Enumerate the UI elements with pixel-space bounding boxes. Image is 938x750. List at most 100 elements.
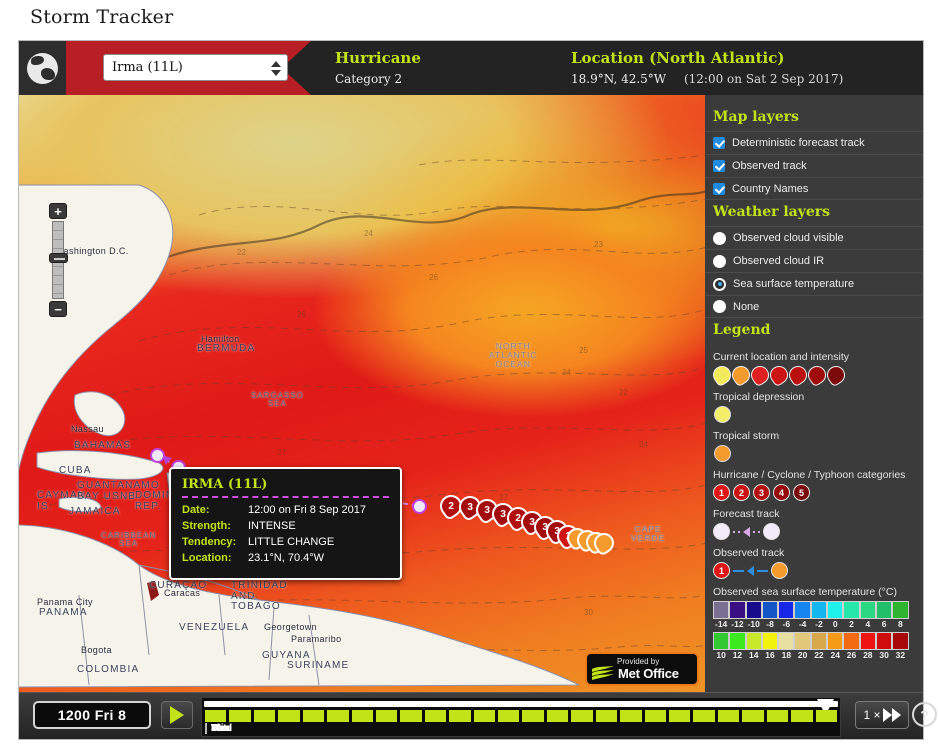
timeline-bar[interactable] <box>205 710 227 722</box>
tooltip-row-value: INTENSE <box>248 520 296 532</box>
timeline-bar[interactable] <box>498 710 520 722</box>
map-canvas[interactable]: 2224 2623 2526 2427 2728 2822 2924 3029 <box>19 95 707 692</box>
timeline-bar[interactable] <box>302 710 325 722</box>
layers-sidebar: Map layers Deterministic forecast track O… <box>705 95 923 692</box>
category-badge-row: 12345 <box>705 484 923 501</box>
sst-tick-label: 6 <box>881 619 887 629</box>
timeline-bar[interactable] <box>669 710 691 722</box>
timeline-bar[interactable] <box>229 710 251 722</box>
forecast-track-node[interactable] <box>412 499 427 514</box>
weather-layer-option-3[interactable]: None <box>705 295 923 318</box>
playback-speed-button[interactable]: 1 × <box>855 701 909 729</box>
forecast-arrow-icon <box>743 526 750 537</box>
storm-info-tooltip: IRMA (11L) Date: 12:00 on Fri 8 Sep 2017 S… <box>169 467 402 580</box>
timeline-bar[interactable] <box>791 710 813 722</box>
sst-swatch-row-2 <box>713 632 923 650</box>
timeline-day-label: Fri <box>205 723 224 734</box>
timeline-bar[interactable] <box>449 710 471 722</box>
timeline-bars[interactable] <box>205 710 837 722</box>
map-layers-list[interactable]: Deterministic forecast track Observed tra… <box>705 131 923 200</box>
timeline-bar[interactable] <box>693 710 715 722</box>
timeline-bar[interactable] <box>717 710 740 722</box>
map-layer-option-2[interactable]: Country Names <box>705 177 923 200</box>
timeline-bar[interactable] <box>644 710 667 722</box>
sst-swatch <box>745 601 762 619</box>
tooltip-row-key: Strength: <box>182 520 231 532</box>
timeline-bar[interactable] <box>375 710 398 722</box>
sst-tick-label: -12 <box>731 619 744 629</box>
timeline-bar[interactable] <box>571 710 593 722</box>
radio-selected-icon[interactable] <box>713 277 726 291</box>
map-layer-option-1[interactable]: Observed track <box>705 154 923 177</box>
observed-track-caption: Observed track <box>713 547 785 559</box>
category-badge: 2 <box>733 484 750 501</box>
attribution-provided-by: Provided by <box>617 657 660 666</box>
timeline-bar[interactable] <box>424 710 447 722</box>
timeline-bar[interactable] <box>620 710 642 722</box>
timeline-bar[interactable] <box>351 710 373 722</box>
timeline-rail[interactable] <box>204 701 838 707</box>
weather-layer-option-1[interactable]: Observed cloud IR <box>705 249 923 272</box>
category-badge: 1 <box>713 484 730 501</box>
weather-layer-label: Sea surface temperature <box>733 278 855 290</box>
radio-unselected-icon[interactable] <box>713 254 726 268</box>
weather-layer-option-2[interactable]: Sea surface temperature <box>705 272 923 295</box>
timeline-bar[interactable] <box>400 710 422 722</box>
chevron-updown-icon[interactable] <box>270 59 281 78</box>
page-title: Storm Tracker <box>30 6 174 28</box>
timeline-bar[interactable] <box>522 710 544 722</box>
storm-select-dropdown[interactable]: Irma (11L) <box>103 54 288 81</box>
tropical-depression-swatch-row <box>705 406 923 423</box>
met-office-wave-icon <box>592 666 614 680</box>
map-layer-option-0[interactable]: Deterministic forecast track <box>705 131 923 154</box>
timeline-bar[interactable] <box>815 710 837 722</box>
checkbox-checked-icon[interactable] <box>713 160 725 172</box>
weather-layers-list[interactable]: Observed cloud visible Observed cloud IR S… <box>705 226 923 318</box>
help-button[interactable]: ? <box>912 702 937 727</box>
tooltip-row: Strength: INTENSE <box>182 520 389 532</box>
met-office-name: Met Office <box>618 666 679 681</box>
sst-swatch <box>761 632 779 650</box>
sst-swatch <box>778 601 795 619</box>
observed-track-legend: 1 <box>705 562 923 579</box>
sst-tick-label: 12 <box>732 650 743 660</box>
sst-tick-label: 10 <box>716 650 726 660</box>
radio-unselected-icon[interactable] <box>713 300 726 313</box>
sst-tick-label: 4 <box>865 619 871 629</box>
timeline-scrubber[interactable]: Wed Thu Fri Sat Sun Mon Tue Wed Thu Fri <box>201 697 841 737</box>
tropical-depression-swatch <box>714 406 731 423</box>
sst-swatch <box>794 601 811 619</box>
map-layer-label: Country Names <box>732 182 809 195</box>
sst-swatch-row-1 <box>713 601 923 619</box>
timeline-bar[interactable] <box>595 710 618 722</box>
timeline-bar[interactable] <box>546 710 569 722</box>
checkbox-checked-icon[interactable] <box>713 137 725 149</box>
sst-swatch <box>859 601 876 619</box>
weather-layers-heading: Weather layers <box>713 204 831 220</box>
location-timestamp: (12:00 on Sat 2 Sep 2017) <box>683 72 844 86</box>
categories-caption: Hurricane / Cyclone / Typhoon categories <box>713 469 906 481</box>
observed-node-icon <box>771 562 788 579</box>
location-heading: Location (North Atlantic) <box>571 49 785 67</box>
sst-tick-label: -10 <box>747 619 760 629</box>
sst-swatch <box>713 601 730 619</box>
observed-track-category: 3 <box>467 501 473 513</box>
timeline-bar[interactable] <box>766 710 789 722</box>
timeline-bar[interactable] <box>278 710 300 722</box>
tropical-storm-caption: Tropical storm <box>713 430 780 442</box>
radio-unselected-icon[interactable] <box>713 231 726 245</box>
timeline-bar[interactable] <box>327 710 349 722</box>
fast-forward-icon <box>882 708 901 722</box>
timeline-bar[interactable] <box>742 710 764 722</box>
forecast-node-icon <box>763 523 780 540</box>
timeline-bar[interactable] <box>473 710 496 722</box>
checkbox-checked-icon[interactable] <box>713 182 725 195</box>
storm-tracker-app: Irma (11L) Hurricane Category 2 Location… <box>18 40 937 740</box>
intensity-icon-row <box>705 362 923 388</box>
play-button[interactable] <box>161 701 193 729</box>
timeline-bar[interactable] <box>253 710 276 722</box>
weather-layer-option-0[interactable]: Observed cloud visible <box>705 226 923 249</box>
sst-tick-label: -8 <box>766 619 774 629</box>
map-layer-label: Observed track <box>732 160 807 172</box>
forecast-track-line <box>156 454 420 507</box>
